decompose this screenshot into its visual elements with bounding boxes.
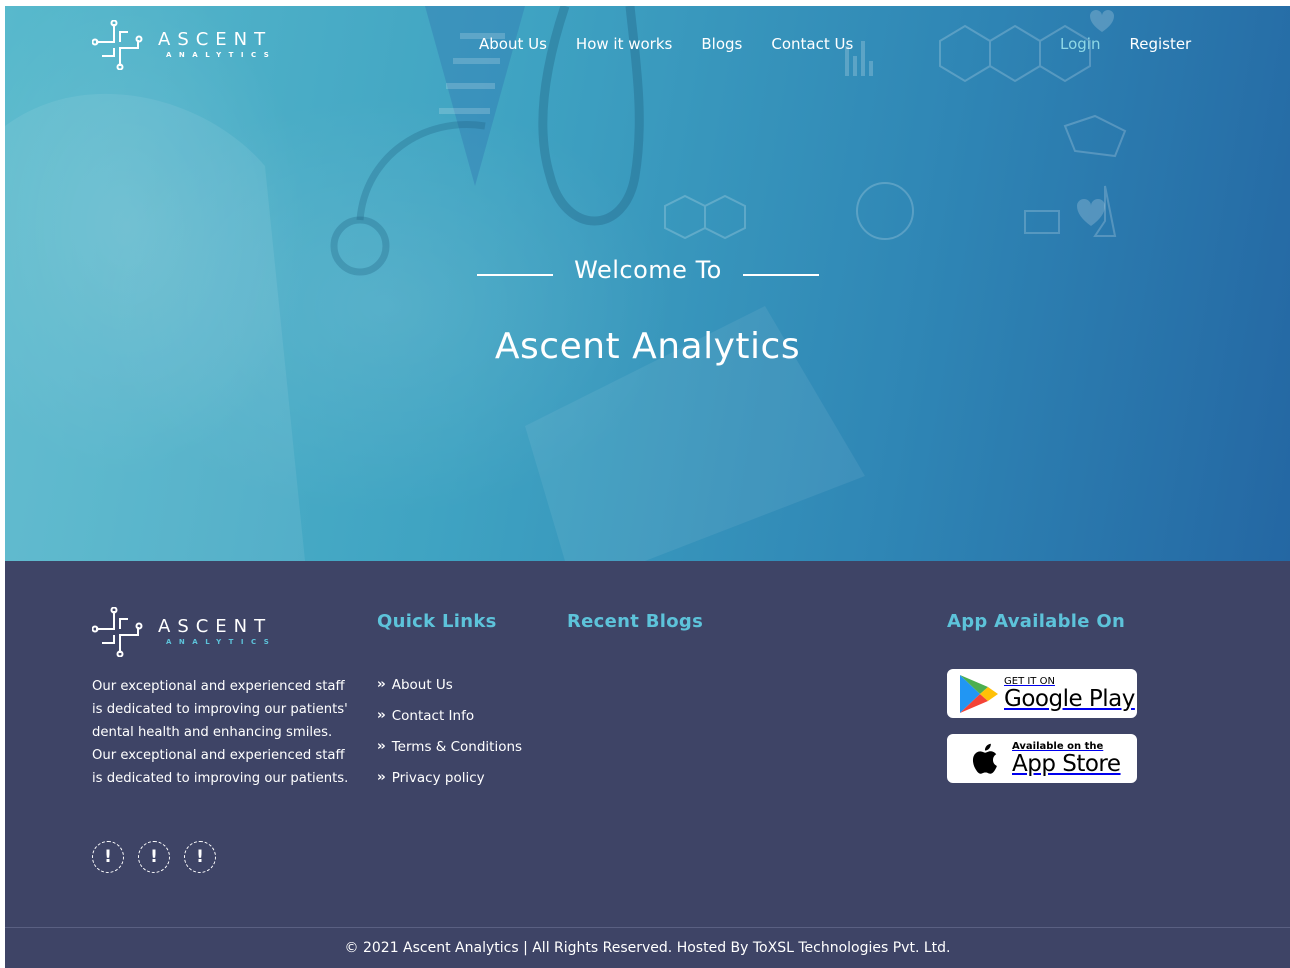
- nav-blogs[interactable]: Blogs: [701, 34, 742, 54]
- social-link-3[interactable]: !: [184, 841, 216, 873]
- apple-icon: [972, 743, 997, 774]
- app-store-badge[interactable]: Available on the App Store: [947, 734, 1137, 783]
- warning-icon: !: [104, 847, 112, 867]
- header-logo[interactable]: ASCENT ANALYTICS: [92, 20, 276, 70]
- main-nav: About Us How it works Blogs Contact Us: [479, 34, 882, 54]
- quick-link-privacy[interactable]: Privacy policy: [392, 770, 485, 786]
- warning-icon: !: [150, 847, 158, 867]
- social-link-1[interactable]: !: [92, 841, 124, 873]
- nav-about-us[interactable]: About Us: [479, 34, 547, 54]
- welcome-rule-left: [477, 274, 553, 276]
- double-chevron-right-icon: ››: [377, 677, 386, 692]
- quick-link-terms[interactable]: Terms & Conditions: [392, 739, 522, 755]
- app-available-title: App Available On: [947, 611, 1126, 632]
- auth-links: Login Register: [1060, 34, 1191, 54]
- social-link-2[interactable]: !: [138, 841, 170, 873]
- google-play-big-text: Google Play: [1004, 685, 1135, 712]
- app-store-small-text: Available on the: [1012, 740, 1104, 752]
- footer: ASCENT ANALYTICS Our exceptional and exp…: [5, 561, 1290, 968]
- login-link[interactable]: Login: [1060, 34, 1100, 54]
- quick-link-item: ›› About Us: [377, 669, 522, 700]
- double-chevron-right-icon: ››: [377, 739, 386, 754]
- quick-links-title: Quick Links: [377, 611, 497, 632]
- recent-blogs-title: Recent Blogs: [567, 611, 704, 632]
- ascent-logo-icon: [92, 20, 143, 70]
- double-chevron-right-icon: ››: [377, 770, 386, 785]
- quick-link-item: ›› Privacy policy: [377, 762, 522, 793]
- register-link[interactable]: Register: [1129, 34, 1191, 54]
- footer-logo[interactable]: ASCENT ANALYTICS: [92, 607, 276, 657]
- hero-section: ASCENT ANALYTICS About Us How it works B…: [5, 6, 1290, 561]
- quick-link-about-us[interactable]: About Us: [392, 677, 453, 693]
- social-links: ! ! !: [92, 841, 216, 873]
- welcome-text: Welcome To: [574, 256, 722, 284]
- logo-tagline: ANALYTICS: [166, 51, 277, 59]
- quick-link-contact-info[interactable]: Contact Info: [392, 708, 474, 724]
- logo-wordmark: ASCENT: [158, 29, 273, 50]
- nav-contact-us[interactable]: Contact Us: [771, 34, 853, 54]
- welcome-rule-right: [743, 274, 819, 276]
- quick-link-item: ›› Terms & Conditions: [377, 731, 522, 762]
- quick-link-item: ›› Contact Info: [377, 700, 522, 731]
- copyright-bar: © 2021 Ascent Analytics | All Rights Res…: [5, 927, 1290, 968]
- warning-icon: !: [196, 847, 204, 867]
- footer-logo-tagline: ANALYTICS: [166, 638, 277, 646]
- double-chevron-right-icon: ››: [377, 708, 386, 723]
- app-store-big-text: App Store: [1012, 750, 1121, 777]
- footer-logo-wordmark: ASCENT: [158, 616, 273, 637]
- nav-how-it-works[interactable]: How it works: [576, 34, 672, 54]
- copyright-text: © 2021 Ascent Analytics | All Rights Res…: [344, 940, 951, 956]
- hero-title: Ascent Analytics: [494, 326, 801, 367]
- page: ASCENT ANALYTICS About Us How it works B…: [5, 6, 1290, 968]
- google-play-small-text: GET IT ON: [1004, 675, 1055, 687]
- quick-links-list: ›› About Us ›› Contact Info ›› Terms & Cond…: [377, 669, 522, 793]
- welcome-heading: Welcome To: [477, 256, 819, 284]
- google-play-badge[interactable]: GET IT ON Google Play: [947, 669, 1137, 718]
- google-play-icon: [960, 674, 998, 713]
- footer-description: Our exceptional and experienced staff is…: [92, 679, 349, 786]
- ascent-logo-icon: [92, 607, 143, 657]
